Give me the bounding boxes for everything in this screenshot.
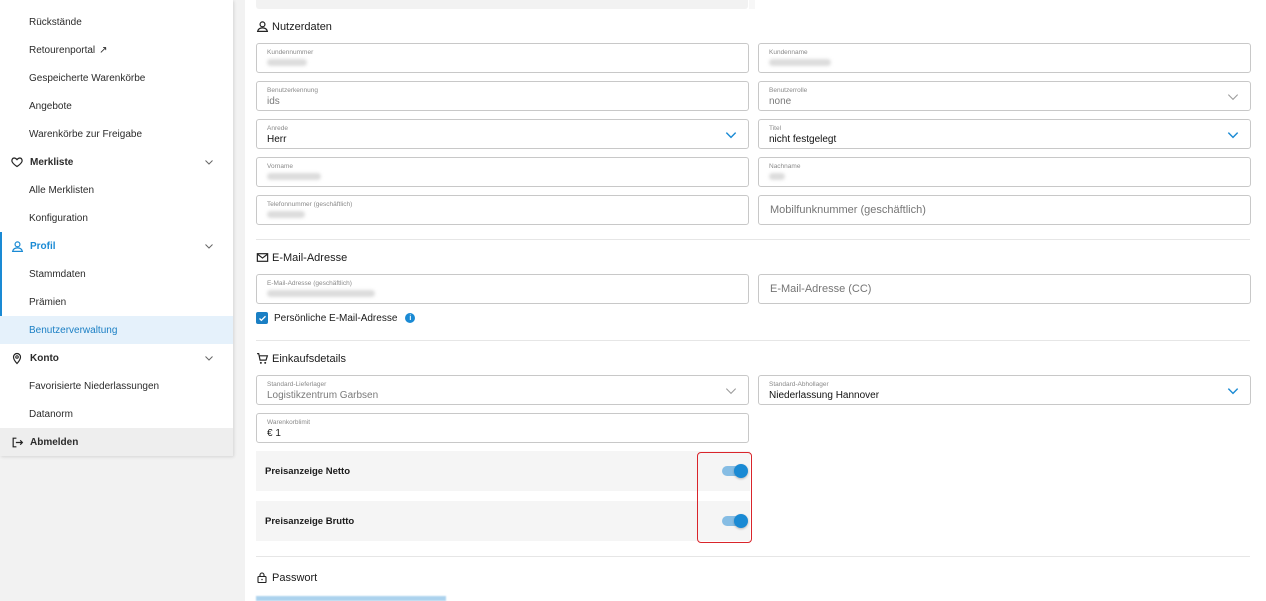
logout-icon <box>10 435 24 449</box>
lock-icon <box>256 571 269 584</box>
section-title-passwort: Passwort <box>256 571 317 584</box>
section-title-nutzerdaten: Nutzerdaten <box>256 20 332 33</box>
sidebar-group-merkliste[interactable]: Merkliste <box>0 148 233 176</box>
mobilfunknummer-input[interactable]: Mobilfunknummer (geschäftlich) <box>758 195 1251 225</box>
preisanzeige-brutto-row: Preisanzeige Brutto <box>256 501 750 541</box>
user-icon <box>256 20 269 33</box>
sidebar-item-datanorm[interactable]: Datanorm <box>0 400 233 428</box>
heart-icon <box>10 155 24 169</box>
sidebar-group-konto[interactable]: Konto <box>0 344 233 372</box>
sidebar-item-alle-merklisten[interactable]: Alle Merklisten <box>0 176 233 204</box>
cart-icon <box>256 352 269 365</box>
kundennummer-field: Kundennummer <box>256 43 749 73</box>
chevron-down-icon <box>725 388 737 395</box>
standard-abhollager-select[interactable]: Standard-Abhollager Niederlassung Hannov… <box>758 375 1251 405</box>
section-title-email: E-Mail-Adresse <box>256 251 347 264</box>
chevron-down-icon[interactable] <box>203 156 215 168</box>
divider <box>256 239 1250 240</box>
chevron-down-icon <box>1227 132 1239 139</box>
sidebar-item-benutzerverwaltung[interactable]: Benutzerverwaltung <box>0 316 233 344</box>
sidebar-item-favorisierte-niederlassungen[interactable]: Favorisierte Niederlassungen <box>0 372 233 400</box>
redacted-value <box>267 290 375 297</box>
section-title-einkaufsdetails: Einkaufsdetails <box>256 352 346 365</box>
preisanzeige-netto-row: Preisanzeige Netto <box>256 451 750 491</box>
divider <box>256 340 1250 341</box>
redacted-value <box>267 173 321 180</box>
user-icon <box>10 239 24 253</box>
sidebar-item-abmelden[interactable]: Abmelden <box>0 428 233 456</box>
email-cc-input[interactable]: E-Mail-Adresse (CC) <box>758 274 1251 304</box>
envelope-icon <box>256 251 269 264</box>
sidebar-item-stammdaten[interactable]: Stammdaten <box>0 260 233 288</box>
persoenliche-email-checkbox-row[interactable]: Persönliche E-Mail-Adresse i <box>256 312 416 324</box>
chevron-down-icon <box>1227 94 1239 101</box>
chevron-down-icon <box>1227 388 1239 395</box>
sidebar-item-gespeicherte-warenkoerbe[interactable]: Gespeicherte Warenkörbe <box>0 64 233 92</box>
chevron-down-icon[interactable] <box>203 240 215 252</box>
checkbox-checked[interactable] <box>256 312 268 324</box>
chevron-down-icon <box>725 132 737 139</box>
redacted-value <box>769 173 785 180</box>
telefonnummer-input[interactable]: Telefonnummer (geschäftlich) <box>256 195 749 225</box>
location-pin-icon <box>10 351 24 365</box>
sidebar-group-profil[interactable]: Profil <box>0 232 233 260</box>
benutzerkennung-field: Benutzerkennung ids <box>256 81 749 111</box>
warenkorblimit-input[interactable]: Warenkorblimit € 1 <box>256 413 749 443</box>
chevron-down-icon[interactable] <box>203 352 215 364</box>
benutzerrolle-select[interactable]: Benutzerrolle none <box>758 81 1251 111</box>
email-geschaeftlich-input[interactable]: E-Mail-Adresse (geschäftlich) <box>256 274 749 304</box>
redacted-value <box>267 59 307 66</box>
titel-select[interactable]: Titel nicht festgelegt <box>758 119 1251 149</box>
sidebar-item-konfiguration[interactable]: Konfiguration <box>0 204 233 232</box>
vorname-input[interactable]: Vorname <box>256 157 749 187</box>
nachname-input[interactable]: Nachname <box>758 157 1251 187</box>
previous-section-remnant <box>256 0 748 9</box>
sidebar-item-retourenportal[interactable]: Retourenportal ↗ <box>0 36 233 64</box>
info-icon[interactable]: i <box>405 313 416 323</box>
redacted-value <box>267 211 305 218</box>
anrede-select[interactable]: Anrede Herr <box>256 119 749 149</box>
highlight-box <box>697 452 752 543</box>
password-link-cutoff[interactable] <box>256 596 446 601</box>
sidebar-item-angebote[interactable]: Angebote <box>0 92 233 120</box>
kundenname-field: Kundenname <box>758 43 1251 73</box>
external-link-icon: ↗ <box>99 44 108 56</box>
sidebar-item-warenkoerbe-freigabe[interactable]: Warenkörbe zur Freigabe <box>0 120 233 148</box>
previous-section-remnant <box>749 0 755 9</box>
main-panel: Nutzerdaten Kundennummer Kundenname Benu… <box>245 0 1266 601</box>
standard-lieferlager-select[interactable]: Standard-Lieferlager Logistikzentrum Gar… <box>256 375 749 405</box>
sidebar-item-praemien[interactable]: Prämien <box>0 288 233 316</box>
sidebar: Rückstände Retourenportal ↗ Gespeicherte … <box>0 0 233 456</box>
sidebar-item-rueckstaende[interactable]: Rückstände <box>0 8 233 36</box>
redacted-value <box>769 59 831 66</box>
divider <box>256 556 1250 557</box>
